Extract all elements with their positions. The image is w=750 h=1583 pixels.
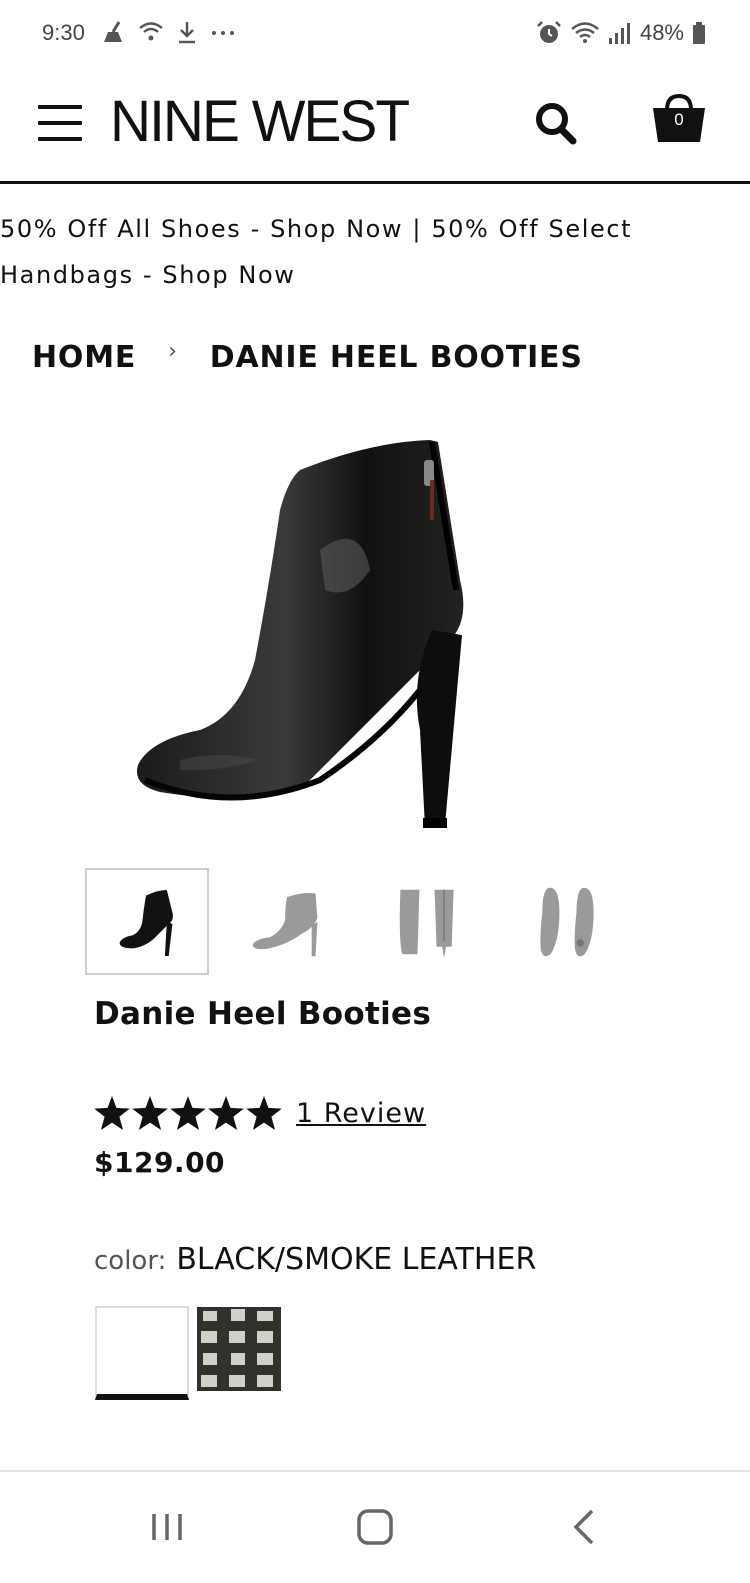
site-header: NINE WEST 0 (0, 72, 750, 184)
color-label: color: (94, 1246, 167, 1276)
download-icon (179, 22, 195, 44)
thumbnail-side-alt[interactable] (225, 868, 349, 975)
site-logo[interactable]: NINE WEST (110, 88, 410, 155)
home-icon[interactable] (350, 1502, 400, 1552)
star-icon (208, 1096, 244, 1130)
promo-separator: | (403, 215, 432, 243)
menu-icon[interactable] (38, 105, 82, 141)
color-value: BLACK/SMOKE LEATHER (176, 1242, 537, 1277)
breadcrumb: HOME › DANIE HEEL BOOTIES (32, 339, 583, 375)
battery-percent: 48% (639, 20, 684, 45)
thumbnail-side[interactable] (85, 868, 209, 975)
breadcrumb-current: DANIE HEEL BOOTIES (209, 340, 583, 375)
back-icon[interactable] (560, 1502, 610, 1552)
signal-icon (608, 23, 630, 44)
product-price: $129.00 (94, 1146, 226, 1179)
reviews-link[interactable]: 1 Review (296, 1098, 426, 1129)
alarm-icon (537, 21, 561, 43)
star-icon (94, 1096, 130, 1130)
star-icon (132, 1096, 168, 1130)
more-dots-icon (212, 31, 234, 35)
thumbnail-boot-gray (252, 892, 318, 956)
thumbnail-front-back[interactable] (365, 868, 489, 975)
product-title: Danie Heel Booties (94, 996, 432, 1032)
product-rating: 1 Review (94, 1096, 426, 1130)
thumbnail-boot-pair (399, 889, 454, 958)
product-main-image[interactable] (120, 430, 500, 840)
search-icon[interactable] (534, 100, 578, 146)
star-icon (170, 1096, 206, 1130)
color-swatches (95, 1306, 281, 1400)
breadcrumb-separator: › (168, 339, 178, 364)
status-bar: 9:30 48% (0, 0, 750, 70)
breadcrumb-home[interactable]: HOME (32, 340, 136, 375)
status-left-icons (100, 20, 236, 44)
thumbnail-boot-black (119, 889, 173, 956)
wifi-icon (571, 22, 599, 43)
status-time: 9:30 (42, 20, 85, 45)
wifi-question-icon (139, 22, 163, 41)
battery-icon (693, 22, 705, 44)
swatch-houndstooth[interactable] (197, 1307, 281, 1391)
status-right-icons: 48% (536, 20, 706, 46)
thumbnail-sole[interactable] (505, 868, 629, 975)
star-icon (246, 1096, 282, 1130)
cleaner-icon (104, 21, 122, 42)
cart-button[interactable]: 0 (650, 92, 708, 146)
promo-banner: 50% Off All Shoes - Shop Now | 50% Off S… (0, 206, 700, 298)
star-rating (94, 1096, 282, 1130)
color-selector-label: color: BLACK/SMOKE LEATHER (94, 1242, 536, 1277)
cart-count: 0 (674, 110, 684, 129)
thumbnail-soles (540, 887, 594, 956)
promo-shoes-link[interactable]: 50% Off All Shoes - Shop Now (0, 215, 403, 243)
system-nav-bar (0, 1470, 750, 1583)
recent-apps-icon[interactable] (142, 1502, 192, 1552)
thumbnail-strip (85, 868, 629, 975)
swatch-black-smoke-leather[interactable] (95, 1306, 189, 1400)
